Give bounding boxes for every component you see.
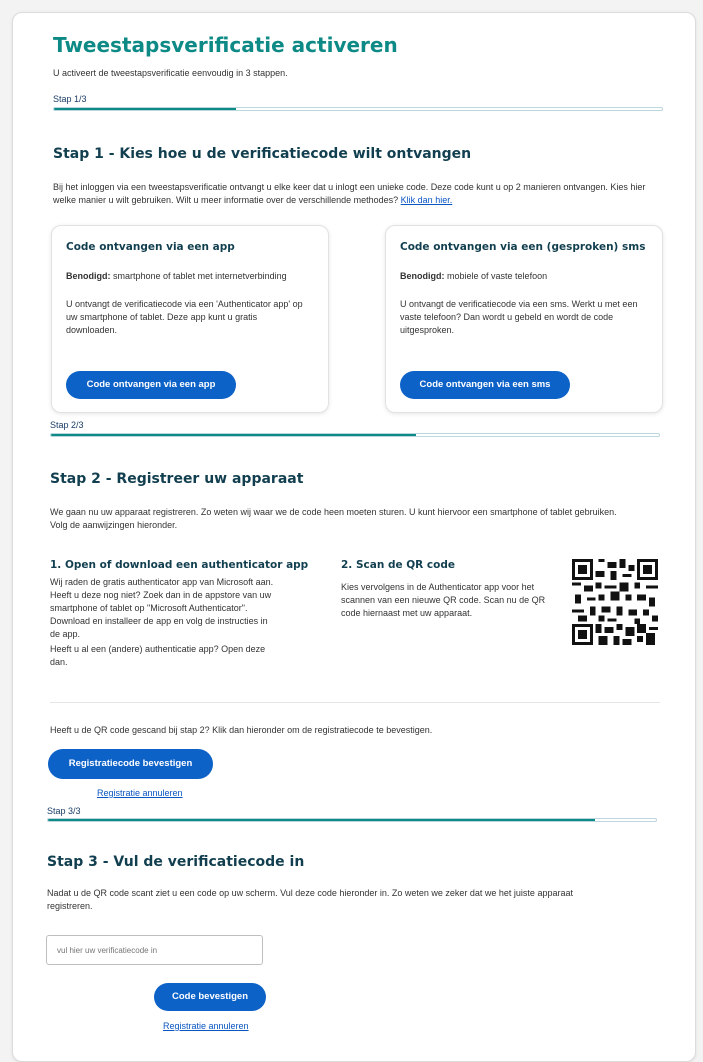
qr-heading: 2. Scan de QR code bbox=[341, 559, 455, 571]
qr-code bbox=[572, 559, 658, 645]
cancel-registration-link-step2[interactable]: Registratie annuleren bbox=[97, 788, 183, 798]
page-subtitle: U activeert de tweestapsverificatie eenv… bbox=[53, 68, 288, 78]
option-sms-needed: Benodigd: mobiele of vaste telefoon bbox=[400, 270, 650, 283]
step-2-intro: We gaan nu uw apparaat registreren. Zo w… bbox=[50, 507, 617, 530]
verification-card: Tweestapsverificatie activeren U activee… bbox=[12, 12, 696, 1062]
option-app-needed: Benodigd: smartphone of tablet met inter… bbox=[66, 270, 316, 283]
step-1-intro-text: Bij het inloggen via een tweestapsverifi… bbox=[53, 182, 646, 205]
option-sms-needed-label: Benodigd: bbox=[400, 271, 445, 281]
confirm-registration-button[interactable]: Registratiecode bevestigen bbox=[48, 749, 213, 779]
receive-via-sms-button[interactable]: Code ontvangen via een sms bbox=[400, 371, 570, 399]
verification-code-input[interactable] bbox=[46, 935, 263, 965]
option-app-description: U ontvangt de verificatiecode via een 'A… bbox=[66, 299, 303, 335]
receive-via-app-button[interactable]: Code ontvangen via een app bbox=[66, 371, 236, 399]
step-3-heading: Stap 3 - Vul de verificatiecode in bbox=[47, 854, 305, 870]
step-1-intro: Bij het inloggen via een tweestapsverifi… bbox=[53, 181, 653, 207]
authenticator-app-text-2: Heeft u al een (andere) authenticatie ap… bbox=[50, 644, 266, 667]
step-1-progress-label: Stap 1/3 bbox=[53, 94, 87, 104]
step-2-progress-fill bbox=[51, 434, 416, 436]
option-sms-needed-text: mobiele of vaste telefoon bbox=[447, 271, 548, 281]
page-title: Tweestapsverificatie activeren bbox=[53, 33, 398, 57]
step-1-progress-bar bbox=[53, 107, 663, 111]
option-app-title: Code ontvangen via een app bbox=[66, 241, 235, 253]
step-3-progress-bar bbox=[47, 818, 657, 822]
cancel-registration-link-step3[interactable]: Registratie annuleren bbox=[163, 1021, 249, 1031]
authenticator-app-heading: 1. Open of download een authenticator ap… bbox=[50, 559, 309, 571]
confirm-text: Heeft u de QR code gescand bij stap 2? K… bbox=[50, 725, 433, 735]
option-sms-title: Code ontvangen via een (gesproken) sms bbox=[400, 241, 646, 253]
option-sms-card: Code ontvangen via een (gesproken) sms B… bbox=[385, 225, 663, 413]
step-2-divider bbox=[50, 702, 660, 703]
step-3-intro: Nadat u de QR code scant ziet u een code… bbox=[47, 888, 573, 911]
step-3-progress-fill bbox=[48, 819, 596, 821]
qr-text: Kies vervolgens in de Authenticator app … bbox=[341, 582, 546, 618]
step-1-heading: Stap 1 - Kies hoe u de verificatiecode w… bbox=[53, 146, 472, 162]
step-2-progress-label: Stap 2/3 bbox=[50, 420, 84, 430]
step-1-progress-fill bbox=[54, 108, 237, 110]
option-app-needed-label: Benodigd: bbox=[66, 271, 111, 281]
step-2-heading: Stap 2 - Registreer uw apparaat bbox=[50, 471, 304, 487]
step-3-progress-label: Stap 3/3 bbox=[47, 806, 81, 816]
step-2-progress-bar bbox=[50, 433, 660, 437]
option-app-card: Code ontvangen via een app Benodigd: sma… bbox=[51, 225, 329, 413]
authenticator-app-text: Wij raden de gratis authenticator app va… bbox=[50, 577, 274, 639]
submit-code-button[interactable]: Code bevestigen bbox=[154, 983, 266, 1011]
option-app-needed-text: smartphone of tablet met internetverbind… bbox=[113, 271, 287, 281]
option-sms-description: U ontvangt de verificatiecode via een sm… bbox=[400, 299, 638, 335]
more-info-link[interactable]: Klik dan hier. bbox=[401, 195, 453, 205]
